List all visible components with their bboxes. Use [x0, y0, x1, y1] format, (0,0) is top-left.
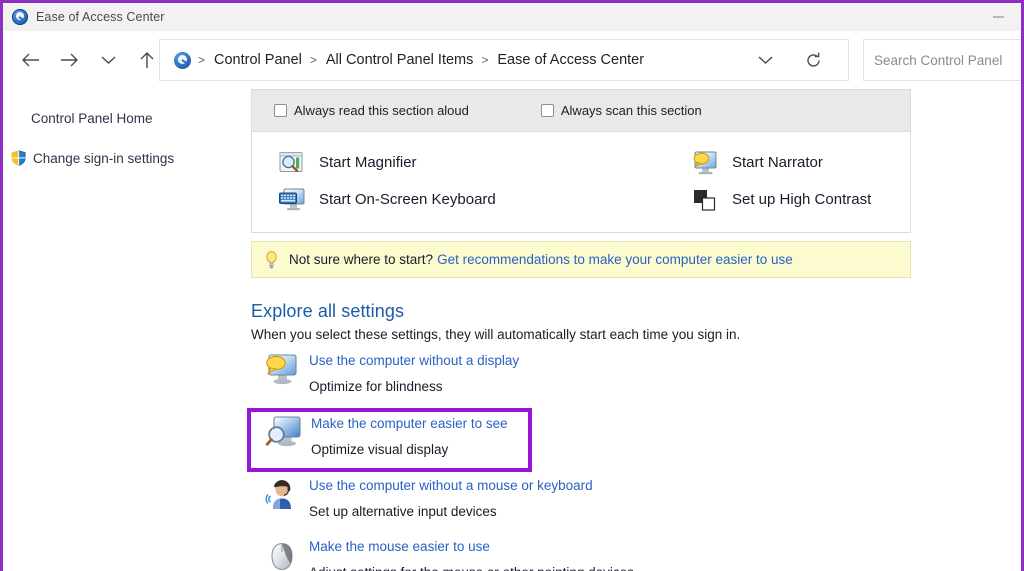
setting-link[interactable]: Make the mouse easier to use [309, 539, 634, 554]
search-control-panel-input[interactable]: Search Control Panel [863, 39, 1023, 81]
setting-description: Set up alternative input devices [309, 504, 593, 519]
settings-list: Use the computer without a display Optim… [251, 347, 951, 571]
content-pane: Always read this section aloud Always sc… [251, 89, 1021, 571]
refresh-icon[interactable] [800, 47, 826, 73]
tip-question: Not sure where to start? [289, 252, 433, 267]
setting-link[interactable]: Make the computer easier to see [311, 416, 508, 431]
ease-of-access-icon [12, 9, 28, 25]
setting-description: Adjust settings for the mouse or other p… [309, 565, 634, 571]
breadcrumb-item-ease-of-access-center[interactable]: Ease of Access Center [494, 52, 647, 68]
setting-description: Optimize visual display [311, 442, 508, 457]
back-button[interactable] [13, 43, 47, 77]
checkbox-box[interactable] [541, 104, 554, 117]
person-headset-icon [263, 477, 301, 515]
start-magnifier-item[interactable]: Start Magnifier [252, 144, 581, 181]
setting-text: Use the computer without a display Optim… [309, 347, 519, 394]
search-placeholder: Search Control Panel [874, 53, 1002, 68]
setting-link[interactable]: Use the computer without a mouse or keyb… [309, 478, 593, 493]
chevron-down-icon[interactable] [752, 47, 778, 73]
setting-text: Make the mouse easier to use Adjust sett… [309, 533, 634, 571]
minimize-button[interactable] [975, 3, 1021, 31]
setting-row-use-computer-without-display[interactable]: Use the computer without a display Optim… [251, 347, 951, 408]
title-bar: Ease of Access Center [3, 3, 1021, 31]
sidebar-item-change-sign-in-settings[interactable]: Change sign-in settings [3, 147, 251, 169]
setting-text: Use the computer without a mouse or keyb… [309, 472, 593, 519]
start-narrator-item[interactable]: Start Narrator [581, 144, 910, 181]
magnifier-icon [278, 150, 306, 176]
sidebar-item-label: Change sign-in settings [33, 151, 174, 166]
recommendation-tip-bar: Not sure where to start? Get recommendat… [251, 241, 911, 278]
setting-description: Optimize for blindness [309, 379, 519, 394]
checkbox-always-scan-section[interactable]: Always scan this section [541, 103, 702, 118]
quick-tool-label: Start On-Screen Keyboard [319, 191, 496, 208]
sidebar: Control Panel Home Change sign-in settin… [3, 89, 251, 571]
quick-tool-label: Set up High Contrast [732, 191, 871, 208]
navigation-bar: > Control Panel > All Control Panel Item… [3, 31, 1021, 89]
window-body: Control Panel Home Change sign-in settin… [3, 89, 1021, 571]
recent-locations-button[interactable] [91, 43, 125, 77]
setup-high-contrast-item[interactable]: Set up High Contrast [581, 181, 910, 218]
quick-access-panel: Always read this section aloud Always sc… [251, 89, 911, 233]
start-onscreen-keyboard-item[interactable]: Start On-Screen Keyboard [252, 181, 581, 218]
breadcrumb-separator: > [476, 53, 494, 67]
explore-all-settings-section: Explore all settings When you select the… [251, 301, 951, 342]
breadcrumb-item-all-control-panel-items[interactable]: All Control Panel Items [323, 52, 476, 68]
breadcrumb-separator: > [193, 53, 211, 67]
sidebar-item-label: Control Panel Home [31, 111, 153, 126]
lightbulb-icon [265, 250, 278, 269]
quick-access-panel-header: Always read this section aloud Always sc… [252, 90, 910, 132]
narrator-monitor-icon [263, 352, 301, 390]
high-contrast-icon [691, 187, 719, 213]
narrator-icon [691, 150, 719, 176]
checkbox-label: Always scan this section [561, 103, 702, 118]
setting-row-make-mouse-easier-to-use[interactable]: Make the mouse easier to use Adjust sett… [251, 533, 951, 571]
window-title: Ease of Access Center [36, 10, 165, 24]
setting-row-use-computer-without-mouse-or-keyboard[interactable]: Use the computer without a mouse or keyb… [251, 472, 951, 533]
setting-row-make-computer-easier-to-see[interactable]: Make the computer easier to see Optimize… [247, 408, 532, 472]
address-bar[interactable]: > Control Panel > All Control Panel Item… [159, 39, 849, 81]
breadcrumb-item-control-panel[interactable]: Control Panel [211, 52, 305, 68]
checkbox-box[interactable] [274, 104, 287, 117]
magnify-monitor-icon [265, 415, 303, 453]
forward-button[interactable] [52, 43, 86, 77]
breadcrumb-separator: > [305, 53, 323, 67]
explore-heading: Explore all settings [251, 301, 951, 322]
tip-recommendations-link[interactable]: Get recommendations to make your compute… [437, 252, 793, 267]
ease-of-access-window: Ease of Access Center > Control Panel > … [0, 0, 1024, 571]
breadcrumb-root-icon [174, 52, 191, 69]
sidebar-item-control-panel-home[interactable]: Control Panel Home [3, 107, 251, 129]
quick-tool-label: Start Narrator [732, 154, 823, 171]
onscreen-keyboard-icon [278, 187, 306, 213]
explore-subtitle: When you select these settings, they wil… [251, 327, 951, 342]
checkbox-label: Always read this section aloud [294, 103, 469, 118]
checkbox-always-read-aloud[interactable]: Always read this section aloud [274, 103, 469, 118]
setting-text: Make the computer easier to see Optimize… [311, 412, 508, 457]
mouse-icon [263, 538, 301, 571]
setting-link[interactable]: Use the computer without a display [309, 353, 519, 368]
quick-tool-label: Start Magnifier [319, 154, 417, 171]
uac-shield-icon [11, 150, 26, 166]
quick-access-panel-body: Start Magnifier [252, 132, 910, 232]
